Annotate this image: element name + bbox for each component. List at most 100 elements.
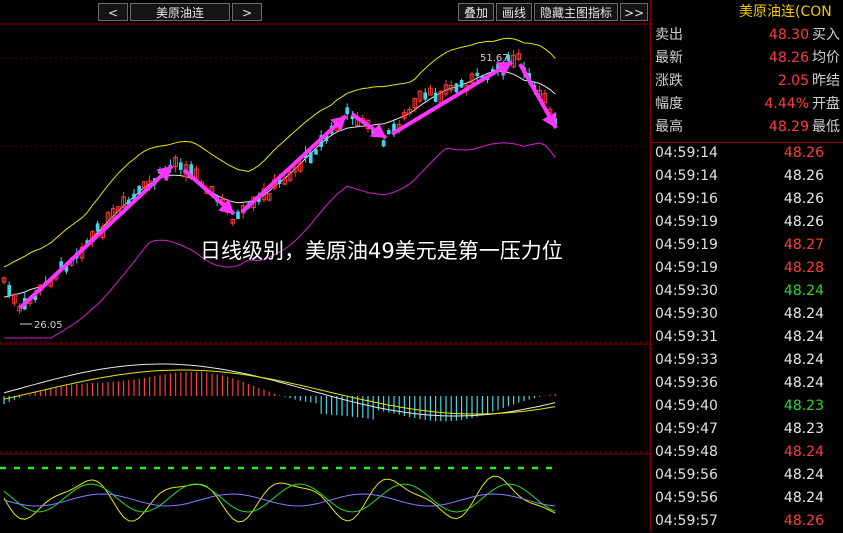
tick-row: 04:59:16 48.26	[651, 188, 843, 211]
kdj-k-line	[3, 475, 556, 523]
candle-body	[95, 223, 100, 232]
quote-row: 最新 48.26 均价	[651, 47, 843, 70]
quote-label-2: 开盘	[812, 96, 840, 112]
tick-time: 04:59:31	[655, 329, 718, 345]
quote-label: 涨跌	[655, 73, 683, 89]
quote-label: 卖出	[655, 27, 683, 43]
bollinger-bands	[3, 37, 556, 339]
kdj-d-line	[3, 483, 556, 513]
candle-body	[423, 92, 427, 100]
quote-value: 4.44%	[764, 96, 809, 112]
candle-body	[387, 130, 391, 135]
tick-row: 04:59:33 48.24	[651, 349, 843, 372]
tick-price: 48.24	[783, 490, 824, 506]
tick-time: 04:59:30	[655, 306, 718, 322]
candle-body	[314, 149, 318, 155]
quote-value: 48.30	[768, 27, 809, 43]
tick-row: 04:59:30 48.24	[651, 303, 843, 326]
tick-row: 04:59:47 48.23	[651, 418, 843, 441]
candle-body	[7, 285, 11, 296]
tick-row: 04:59:19 48.26	[651, 211, 843, 234]
tick-time: 04:59:57	[655, 513, 718, 529]
tick-price: 48.27	[783, 237, 824, 253]
tick-row: 04:59:40 48.23	[651, 395, 843, 418]
tick-price: 48.24	[783, 444, 824, 460]
candle-body	[345, 107, 349, 115]
tick-time: 04:59:36	[655, 375, 718, 391]
quote-value: 48.26	[768, 50, 809, 66]
quote-value: 48.29	[768, 119, 809, 135]
tick-row: 04:59:14 48.26	[651, 142, 843, 165]
tick-time: 04:59:16	[655, 191, 718, 207]
panel-title: 美原油连(CON	[739, 4, 832, 20]
candlestick-chart: 51.67 26.05 日线级别，美原油49美元是第一压力位	[0, 23, 650, 523]
tick-time: 04:59:48	[655, 444, 718, 460]
kdj-panel	[0, 466, 560, 523]
tick-row: 04:59:36 48.24	[651, 372, 843, 395]
candle-body	[309, 152, 313, 164]
low-price-label: 26.05	[34, 320, 63, 331]
quote-row: 涨跌 2.05 昨结	[651, 70, 843, 93]
quote-row: 幅度 4.44% 开盘	[651, 93, 843, 116]
candle-body	[381, 140, 386, 147]
tick-price: 48.24	[783, 467, 824, 483]
tick-price: 48.24	[783, 329, 824, 345]
tick-price: 48.24	[783, 306, 824, 322]
boll-upper-line	[3, 37, 556, 268]
quote-label: 幅度	[655, 96, 683, 112]
tick-price: 48.24	[783, 375, 824, 391]
trend-arrow-line	[18, 164, 174, 310]
tick-time: 04:59:47	[655, 421, 718, 437]
tick-row: 04:59:48 48.24	[651, 441, 843, 464]
tick-row: 04:59:57 48.26	[651, 510, 843, 533]
high-price-label: 51.67	[480, 53, 509, 64]
candles	[1, 48, 557, 314]
trend-arrow-line	[390, 60, 514, 136]
chart-area[interactable]: < 美原油连 > 叠加 画线 隐藏主图指标 >> 51.67 26.05 日线级…	[0, 0, 650, 532]
tick-price: 48.26	[783, 145, 824, 161]
tick-row: 04:59:14 48.26	[651, 165, 843, 188]
tick-price: 48.26	[783, 513, 824, 529]
tick-row: 04:59:30 48.24	[651, 280, 843, 303]
tick-price: 48.24	[783, 352, 824, 368]
tick-time: 04:59:56	[655, 467, 718, 483]
tick-price: 48.23	[783, 398, 824, 414]
tick-time: 04:59:19	[655, 237, 718, 253]
tick-row: 04:59:19 48.27	[651, 234, 843, 257]
quote-row: 卖出 48.30 买入	[651, 24, 843, 47]
quote-label-2: 昨结	[812, 73, 840, 89]
quote-panel: 美原油连(CON 卖出 48.30 买入 最新 48.26 均价 涨跌 2.05 昨结 幅度 4.4…	[650, 0, 843, 532]
quote-label: 最新	[655, 50, 683, 66]
tick-price: 48.23	[783, 421, 824, 437]
candle-body	[433, 92, 438, 102]
annotation-text: 日线级别，美原油49美元是第一压力位	[200, 239, 563, 263]
tick-time: 04:59:14	[655, 145, 718, 161]
candle-body	[459, 79, 464, 88]
trend-arrows	[18, 60, 558, 310]
tick-time: 04:59:33	[655, 352, 718, 368]
kdj-j-line	[3, 493, 556, 507]
quote-value: 2.05	[777, 73, 809, 89]
tick-price: 48.26	[783, 168, 824, 184]
quote-label-2: 买入	[812, 27, 840, 43]
quote-label-2: 均价	[812, 50, 840, 66]
tick-price: 48.24	[783, 283, 824, 299]
tick-time: 04:59:14	[655, 168, 718, 184]
tick-row: 04:59:56 48.24	[651, 464, 843, 487]
quote-row: 最高 48.29 最低	[651, 116, 843, 139]
tick-time: 04:59:19	[655, 260, 718, 276]
tick-row: 04:59:31 48.24	[651, 326, 843, 349]
quote-label: 最高	[655, 119, 683, 135]
tick-time: 04:59:19	[655, 214, 718, 230]
tick-price: 48.26	[783, 191, 824, 207]
macd-panel	[3, 363, 556, 422]
trend-arrow-line	[240, 114, 348, 214]
tick-price: 48.28	[783, 260, 824, 276]
candle-body	[475, 72, 479, 76]
tick-row: 04:59:56 48.24	[651, 487, 843, 510]
candle-body	[236, 211, 240, 220]
quote-label-2: 最低	[812, 119, 840, 135]
tick-time: 04:59:40	[655, 398, 718, 414]
candle-body	[179, 162, 183, 170]
tick-time: 04:59:56	[655, 490, 718, 506]
